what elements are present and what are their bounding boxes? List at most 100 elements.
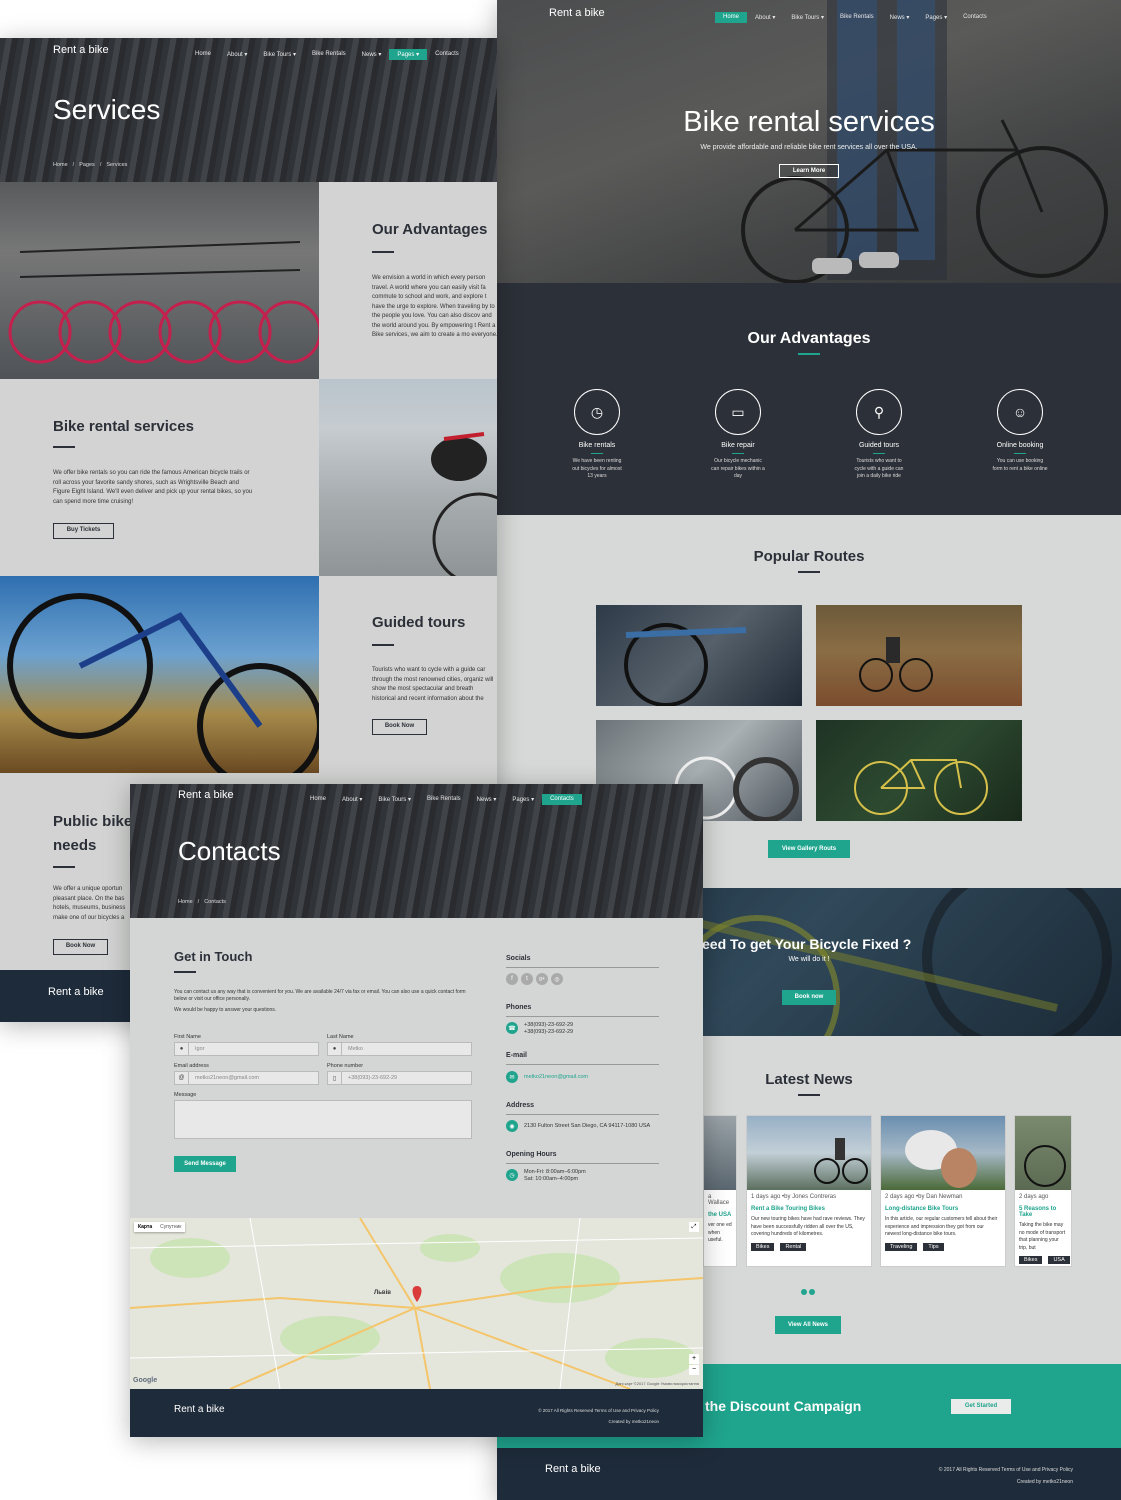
news-tag[interactable]: Bikes xyxy=(1019,1256,1043,1264)
map-tab-satellite[interactable]: Супутник xyxy=(156,1222,185,1232)
instagram-icon[interactable]: ◎ xyxy=(551,973,563,985)
news-title-link[interactable]: the USA xyxy=(704,1208,736,1222)
bicycle-icon: ⚲ xyxy=(856,389,902,435)
last-name-field[interactable]: ● Metko xyxy=(327,1042,472,1056)
footer-logo[interactable]: Rent a bike xyxy=(48,986,104,998)
route-photo[interactable] xyxy=(816,605,1022,706)
route-photo[interactable] xyxy=(816,720,1022,821)
buy-tickets-button[interactable]: Buy Tickets xyxy=(53,523,114,539)
email-field[interactable]: @ metko21neon@gmail.com xyxy=(174,1071,319,1085)
home-logo[interactable]: Rent a bike xyxy=(549,7,605,19)
nav-bike-tours[interactable]: Bike Tours ▾ xyxy=(783,12,832,23)
news-tag[interactable]: Tips xyxy=(923,1242,944,1251)
nav-home[interactable]: Home xyxy=(715,12,748,23)
news-tag[interactable]: Bikes xyxy=(751,1242,775,1251)
first-name-field[interactable]: ● Igor xyxy=(174,1042,319,1056)
nav-about[interactable]: About ▾ xyxy=(334,794,370,805)
services-logo[interactable]: Rent a bike xyxy=(53,44,109,56)
twitter-icon[interactable]: t xyxy=(521,973,533,985)
map-tab-map[interactable]: Карта xyxy=(134,1222,156,1232)
contacts-logo[interactable]: Rent a bike xyxy=(178,789,234,801)
book-now-button[interactable]: Book now xyxy=(782,990,836,1005)
google-plus-icon[interactable]: g+ xyxy=(536,973,548,985)
book-now-button[interactable]: Book Now xyxy=(372,719,427,735)
phones-heading: Phones xyxy=(506,1004,532,1011)
breadcrumb-separator: / xyxy=(99,162,102,168)
news-tag[interactable]: USA xyxy=(1048,1256,1070,1264)
facebook-icon[interactable]: f xyxy=(506,973,518,985)
news-card[interactable]: 2 days ago 5 Reasons to Take Taking the … xyxy=(1014,1115,1072,1267)
address-text: 2130 Fulton Street San Diego, CA 94117-1… xyxy=(524,1123,651,1129)
breadcrumb-home[interactable]: Home xyxy=(178,899,193,905)
hours-saturday: Sat: 10:00am–4:00pm xyxy=(524,1176,579,1182)
nav-about[interactable]: About ▾ xyxy=(219,49,255,60)
nav-home[interactable]: Home xyxy=(187,49,219,60)
email-value: metko21neon@gmail.com xyxy=(195,1075,259,1081)
footer-logo[interactable]: Rent a bike xyxy=(545,1463,601,1475)
nav-bike-tours[interactable]: Bike Tours ▾ xyxy=(370,794,419,805)
news-card[interactable]: 2 days ago •by Dan Newman Long-distance … xyxy=(880,1115,1006,1267)
news-title-link[interactable]: Rent a Bike Touring Bikes xyxy=(747,1202,871,1216)
nav-contacts[interactable]: Contacts xyxy=(427,49,467,60)
nav-news[interactable]: News ▾ xyxy=(354,49,390,60)
nav-pages[interactable]: Pages ▾ xyxy=(917,12,955,23)
nav-news[interactable]: News ▾ xyxy=(882,12,918,23)
services-page-title: Services xyxy=(53,94,161,125)
news-title-link[interactable]: 5 Reasons to Take xyxy=(1015,1202,1071,1222)
route-photo[interactable] xyxy=(596,605,802,706)
card-icon: ▭ xyxy=(715,389,761,435)
news-pagination-dot[interactable] xyxy=(801,1289,807,1295)
phone-field[interactable]: ▯ +38(093)-23-692-29 xyxy=(327,1071,472,1085)
phone-1[interactable]: +38(093)-23-692-29 xyxy=(524,1022,573,1029)
mail-icon: ✉ xyxy=(506,1071,518,1083)
nav-bike-rentals[interactable]: Bike Rentals xyxy=(419,794,469,805)
phone-icon: ☎ xyxy=(506,1022,518,1034)
nav-contacts[interactable]: Contacts xyxy=(955,12,995,23)
guided-tours-heading: Guided tours xyxy=(372,614,466,631)
fullscreen-icon[interactable]: ⤢ xyxy=(689,1222,699,1232)
smile-icon: ☺ xyxy=(997,389,1043,435)
map[interactable]: Карта Супутник Львів ⤢ + − Google Дані к… xyxy=(130,1218,703,1389)
nav-contacts[interactable]: Contacts xyxy=(542,794,582,805)
email-link[interactable]: metko21neon@gmail.com xyxy=(524,1074,588,1081)
rental-text: We offer bike rentals so you can ride th… xyxy=(53,470,253,505)
map-city-label: Львів xyxy=(374,1290,391,1296)
news-tag[interactable]: Traveling xyxy=(885,1242,918,1251)
hours-divider xyxy=(506,1163,659,1164)
nav-bike-rentals[interactable]: Bike Rentals xyxy=(304,49,354,60)
nav-pages[interactable]: Pages ▾ xyxy=(389,49,428,60)
socials-divider xyxy=(506,967,659,968)
news-card[interactable]: a Wallace the USA ver one ed when useful… xyxy=(703,1115,737,1267)
home-footer: Rent a bike © 2017 All Rights Reserved T… xyxy=(497,1448,1121,1500)
phone-2[interactable]: +38(093)-23-692-29 xyxy=(524,1029,573,1036)
news-tag[interactable]: Rental xyxy=(780,1242,807,1251)
view-all-news-button[interactable]: View All News xyxy=(775,1316,841,1334)
send-message-button[interactable]: Send Message xyxy=(174,1156,236,1172)
phones-divider xyxy=(506,1016,659,1017)
footer-logo[interactable]: Rent a bike xyxy=(174,1404,225,1415)
breadcrumb-home[interactable]: Home xyxy=(53,162,68,168)
nav-home[interactable]: Home xyxy=(302,794,334,805)
nav-news[interactable]: News ▾ xyxy=(469,794,505,805)
news-meta: 1 days ago •by Jones Contreras xyxy=(751,1194,837,1200)
tours-rule xyxy=(372,644,394,646)
breadcrumb-pages[interactable]: Pages xyxy=(79,162,95,168)
nav-pages[interactable]: Pages ▾ xyxy=(504,794,542,805)
get-started-button[interactable]: Get Started xyxy=(951,1399,1011,1414)
news-excerpt: ver one ed when useful. xyxy=(708,1222,732,1243)
news-title-link[interactable]: Long-distance Bike Tours xyxy=(881,1202,1005,1216)
public-text: We offer a unique oportun pleasant place… xyxy=(53,886,126,921)
view-gallery-button[interactable]: View Gallery Routs xyxy=(768,840,850,858)
nav-bike-rentals[interactable]: Bike Rentals xyxy=(832,12,882,23)
advantage-rule xyxy=(873,453,885,454)
learn-more-button[interactable]: Learn More xyxy=(779,164,839,178)
nav-bike-tours[interactable]: Bike Tours ▾ xyxy=(255,49,304,60)
news-card[interactable]: 1 days ago •by Jones Contreras Rent a Bi… xyxy=(746,1115,872,1267)
message-textarea[interactable] xyxy=(174,1100,472,1139)
nav-about[interactable]: About ▾ xyxy=(747,12,783,23)
public-book-now-button[interactable]: Book Now xyxy=(53,939,108,955)
zoom-in-button[interactable]: + xyxy=(689,1354,699,1364)
news-pagination-dot[interactable] xyxy=(809,1289,815,1295)
zoom-out-button[interactable]: − xyxy=(689,1365,699,1375)
advantage-text: You can use booking form to rent a bike … xyxy=(992,458,1048,472)
